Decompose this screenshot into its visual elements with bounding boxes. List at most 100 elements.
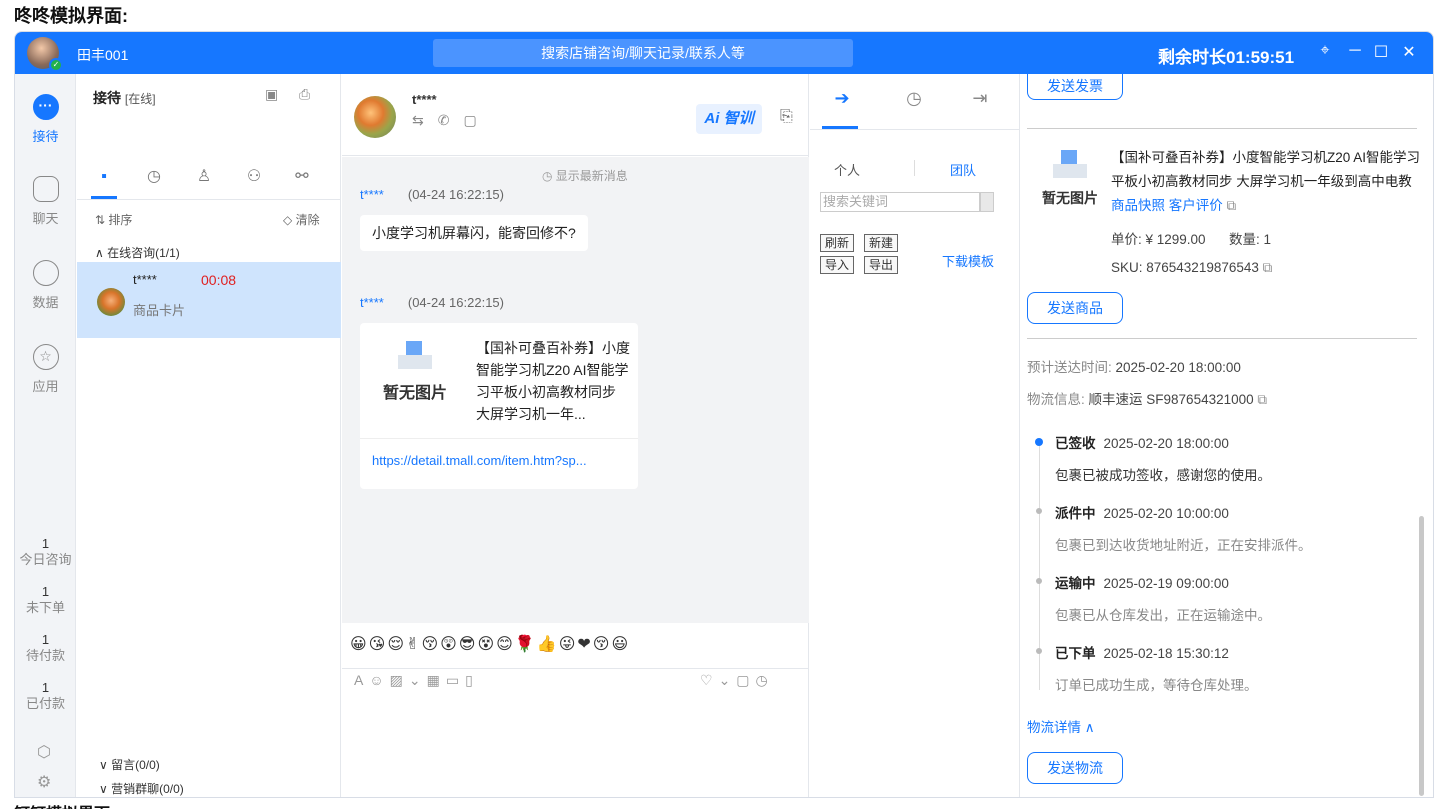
- product-card-title: 【国补可叠百补券】小度智能学习机Z20 AI智能学习平板小初高教材同步 大屏学习…: [476, 340, 630, 422]
- session-timer: 00:08: [201, 272, 237, 288]
- reception-heading: 接待 [在线]: [93, 90, 156, 106]
- title-bar: ✓ 田丰001 搜索店铺咨询/聊天记录/联系人等 剩余时长01:59:51 ⌖ …: [15, 32, 1433, 74]
- nav-item-data[interactable]: 数据: [15, 260, 76, 311]
- new-button[interactable]: 新建: [864, 234, 899, 252]
- timeline-desc: 包裹已到达收货地址附近，正在安排派件。: [1055, 538, 1312, 553]
- left-nav: ··· 接待 聊天 数据 ☆ 应用 1 今日咨询 1 未下单 1 待付款 1 已付款 ⬡…: [15, 74, 76, 797]
- tab-chat-icon[interactable]: ▪: [93, 166, 115, 188]
- timeline-status: 派件中 2025-02-20 10:00:00: [1055, 506, 1229, 521]
- comment-icon[interactable]: ▢: [736, 672, 755, 688]
- video-icon[interactable]: ▯: [465, 672, 479, 688]
- ai-train-button[interactable]: Ai 智训: [696, 104, 762, 134]
- scrollbar[interactable]: [1419, 516, 1424, 796]
- scope-team[interactable]: 团队: [950, 160, 976, 179]
- session-list-panel: 接待 [在线] ▣ ⎙ ▪ ◷ ♙ ⚇ ⚯ ⇅ 排序 ◇ 清除 ∧ 在线咨询(1…: [77, 74, 341, 797]
- session-name: t****: [133, 272, 157, 287]
- review-link[interactable]: 客户评价: [1169, 198, 1223, 213]
- quick-reply-icon[interactable]: ➔: [822, 88, 862, 109]
- order-info-panel: 发送发票 暂无图片 【国补可叠百补券】小度智能学习机Z20 AI智能学习平板小初…: [1021, 74, 1433, 797]
- import-icon[interactable]: ⇥: [960, 88, 1000, 109]
- copy-icon[interactable]: ⧉: [1227, 198, 1237, 213]
- clear-button[interactable]: ◇ 清除: [283, 211, 320, 228]
- nav-item-chat[interactable]: 聊天: [15, 176, 76, 227]
- send-invoice-button[interactable]: 发送发票: [1027, 74, 1123, 100]
- pin-icon[interactable]: ⌖: [1315, 42, 1335, 60]
- close-button[interactable]: ✕: [1399, 42, 1419, 62]
- chevron-down-icon[interactable]: ⌄: [719, 672, 737, 688]
- clock-icon[interactable]: ◷: [894, 88, 934, 109]
- search-input[interactable]: 搜索店铺咨询/聊天记录/联系人等: [433, 39, 853, 67]
- message-input[interactable]: [342, 690, 809, 795]
- logistics-detail-toggle[interactable]: 物流详情 ∧: [1027, 716, 1095, 736]
- calculator-icon[interactable]: ▦: [427, 672, 446, 688]
- product-sku: SKU: 876543219876543 ⧉: [1111, 260, 1273, 275]
- stat-paid: 1 已付款: [25, 680, 65, 711]
- online-check-icon: ✓: [49, 58, 63, 72]
- editor-toolbar: A☺▨⌄▦▭▯: [354, 672, 479, 689]
- scope-personal[interactable]: 个人: [834, 160, 860, 179]
- clock-icon[interactable]: ◷: [756, 672, 774, 688]
- heart-icon[interactable]: ♡: [700, 672, 719, 688]
- tab-underline: [91, 196, 117, 199]
- nav-item-apps[interactable]: ☆ 应用: [15, 344, 76, 395]
- quick-reply-panel: ➔ ◷ ⇥ 个人 团队 搜索关键词 刷新 新建 导入 导出 下载模板: [810, 74, 1020, 797]
- image-icon[interactable]: ▨: [390, 672, 409, 688]
- emoji-icon[interactable]: ☺: [369, 672, 389, 688]
- divider: [360, 438, 638, 439]
- eta: 预计送达时间: 2025-02-20 18:00:00: [1027, 360, 1241, 375]
- search-side-button[interactable]: [980, 192, 994, 212]
- emoji-bar[interactable]: 😀😘😌✌😚😲😎😵😊🌹👍😜❤😚😃: [350, 634, 630, 654]
- chat-panel: t**** ⇆✆▢ Ai 智训 ⎘ ◷ 显示最新消息 t**** (04-24 1…: [342, 74, 809, 797]
- app-window: ✓ 田丰001 搜索店铺咨询/聊天记录/联系人等 剩余时长01:59:51 ⌖ …: [14, 31, 1434, 798]
- product-quantity: 数量: 1: [1229, 232, 1272, 247]
- import-button[interactable]: 导入: [820, 256, 855, 274]
- download-template-link[interactable]: 下载模板: [942, 251, 994, 270]
- font-icon[interactable]: A: [354, 672, 369, 688]
- copy-icon: ⧉: [1262, 260, 1273, 275]
- account-name: 田丰001: [77, 47, 129, 63]
- maximize-button[interactable]: ☐: [1371, 42, 1391, 62]
- image-placeholder-icon: [398, 341, 432, 369]
- show-latest-link[interactable]: ◷ 显示最新消息: [542, 167, 628, 184]
- transfer-icon[interactable]: ⇆: [412, 112, 438, 128]
- chat-messages: ◷ 显示最新消息 t**** (04-24 16:22:15) 小度学习机屏幕闪，…: [342, 157, 809, 623]
- group-marketing[interactable]: ∨ 营销群聊(0/0): [99, 780, 184, 797]
- export-icon[interactable]: ⎘: [780, 108, 793, 126]
- calendar-icon[interactable]: ▣: [265, 86, 278, 103]
- folder-icon[interactable]: ▭: [446, 672, 465, 688]
- message-meta: t**** (04-24 16:22:15): [360, 187, 504, 202]
- phone-icon[interactable]: ✆: [438, 112, 464, 128]
- product-link[interactable]: https://detail.tmall.com/item.htm?sp...: [372, 453, 587, 468]
- tab-history-icon[interactable]: ◷: [143, 166, 165, 188]
- chat-header: t**** ⇆✆▢ Ai 智训 ⎘: [342, 74, 809, 156]
- divider: [342, 668, 809, 669]
- refresh-button[interactable]: 刷新: [820, 234, 855, 252]
- nav-label: 数据: [32, 295, 59, 310]
- minimize-button[interactable]: ─: [1345, 42, 1365, 60]
- send-logistics-button[interactable]: 发送物流: [1027, 752, 1123, 784]
- cube-icon[interactable]: ⬡: [37, 742, 51, 762]
- chevron-down-icon[interactable]: ⌄: [409, 672, 427, 688]
- timeline-status: 已下单 2025-02-18 15:30:12: [1055, 646, 1229, 661]
- session-item[interactable]: t**** 00:08 商品卡片: [77, 262, 341, 338]
- logistics-info: 物流信息: 顺丰速运 SF987654321000 ⧉: [1027, 392, 1268, 407]
- template-search-input[interactable]: 搜索关键词: [820, 192, 980, 212]
- no-image-placeholder: 暂无图片: [1035, 150, 1105, 208]
- group-online[interactable]: ∧ 在线咨询(1/1): [95, 244, 180, 261]
- product-title: 【国补可叠百补券】小度智能学习机Z20 AI智能学习平板小初高教材同步 大屏学习…: [1111, 150, 1421, 213]
- nav-label: 应用: [32, 379, 59, 394]
- tab-contact-icon[interactable]: ♙: [193, 166, 215, 188]
- nav-item-reception[interactable]: ··· 接待: [15, 94, 76, 145]
- product-card[interactable]: 暂无图片 【国补可叠百补券】小度智能学习机Z20 AI智能学习平板小初高教材同步…: [360, 323, 638, 489]
- settings-icon[interactable]: ⚙: [37, 772, 51, 792]
- group-messages[interactable]: ∨ 留言(0/0): [99, 756, 160, 773]
- divider: [1027, 128, 1417, 129]
- comment-icon[interactable]: ▢: [463, 112, 490, 128]
- print-icon[interactable]: ⎙: [299, 86, 310, 103]
- send-product-button[interactable]: 发送商品: [1027, 292, 1123, 324]
- tab-team-icon[interactable]: ⚯: [291, 166, 313, 188]
- tab-group-icon[interactable]: ⚇: [243, 166, 265, 188]
- export-button[interactable]: 导出: [864, 256, 899, 274]
- snapshot-link[interactable]: 商品快照: [1111, 198, 1165, 213]
- sort-button[interactable]: ⇅ 排序: [95, 211, 132, 228]
